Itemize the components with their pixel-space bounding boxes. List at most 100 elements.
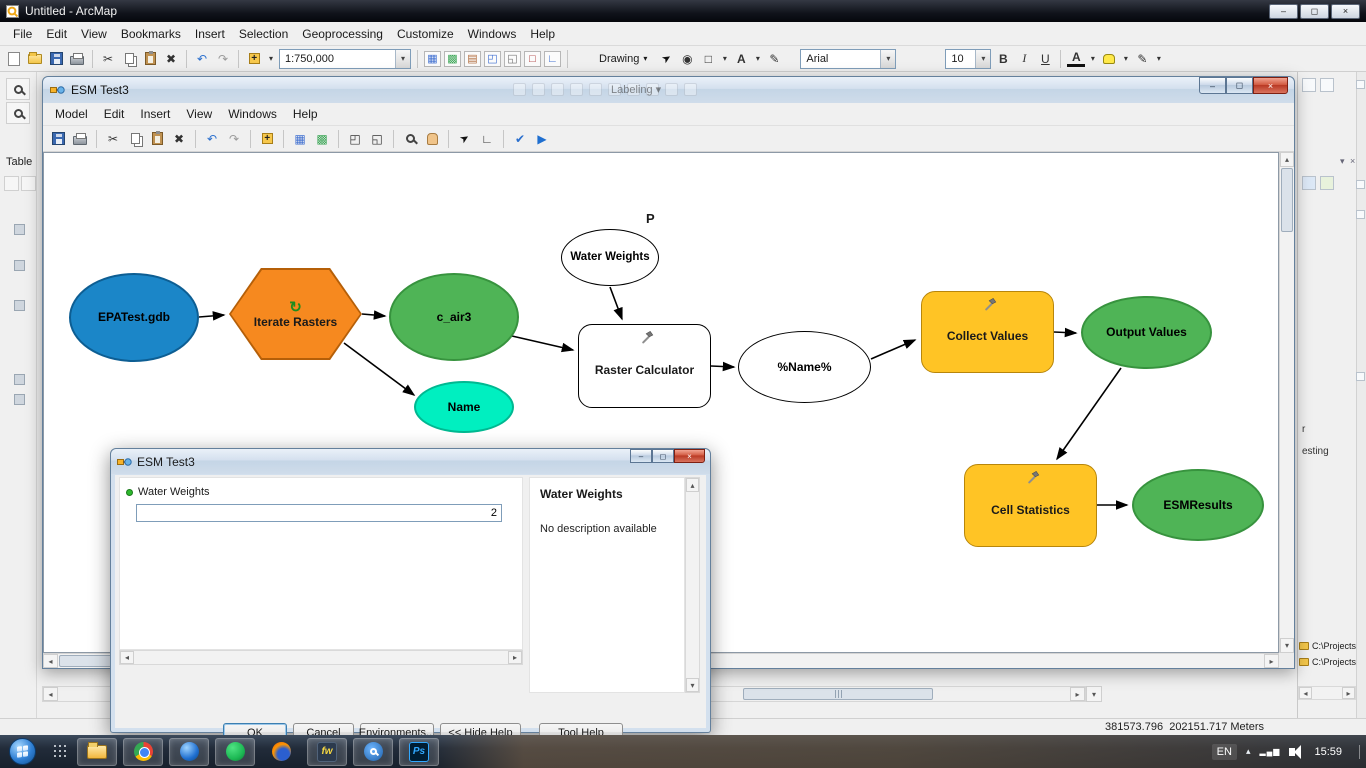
open-icon[interactable] xyxy=(26,50,44,68)
editor-tool-icon[interactable]: ▦ xyxy=(424,50,441,67)
catalog-connect-icon[interactable] xyxy=(1302,176,1316,190)
line-color-icon[interactable]: ✎ xyxy=(1133,50,1151,68)
line-color-dropdown-icon[interactable]: ▾ xyxy=(1154,50,1163,68)
menu-bookmarks[interactable]: Bookmarks xyxy=(114,23,188,45)
map-scale-combo[interactable]: 1:750,000 ▾ xyxy=(279,48,411,69)
scroll-left-icon[interactable]: ◂ xyxy=(120,651,134,664)
scroll-up-icon[interactable]: ▴ xyxy=(686,478,699,492)
auto-layout-icon[interactable]: ▦ xyxy=(291,130,309,148)
edge-icon[interactable] xyxy=(1356,80,1365,89)
taskbar-browser[interactable] xyxy=(169,737,209,766)
search-tool-icon[interactable]: ◰ xyxy=(484,50,501,67)
node-water-weights[interactable]: Water Weights xyxy=(561,229,659,286)
maximize-button[interactable]: ◻ xyxy=(652,449,674,463)
panel-pin-icon[interactable]: ▾ xyxy=(1340,156,1345,167)
add-data-icon[interactable]: + xyxy=(245,50,263,68)
toc-layer-icon[interactable] xyxy=(14,374,25,385)
scroll-down-icon[interactable]: ▾ xyxy=(1280,638,1294,653)
redo-icon[interactable]: ↷ xyxy=(225,130,243,148)
minimize-button[interactable]: – xyxy=(1269,3,1298,19)
node-epatest-gdb[interactable]: EPATest.gdb xyxy=(69,273,199,362)
scroll-left-icon[interactable]: ◂ xyxy=(1299,687,1312,699)
print-icon[interactable] xyxy=(68,50,86,68)
minimize-button[interactable]: – xyxy=(630,449,652,463)
edge-icon[interactable] xyxy=(1356,372,1365,381)
parameter-hscrollbar[interactable]: ◂ ▸ xyxy=(119,650,523,665)
toc-source-view-icon[interactable] xyxy=(21,176,36,191)
chevron-down-icon[interactable]: ▾ xyxy=(975,49,991,68)
full-extent-icon[interactable]: ◱ xyxy=(368,130,386,148)
delete-icon[interactable]: ✖ xyxy=(162,50,180,68)
connect-icon[interactable]: ∟ xyxy=(478,130,496,148)
menu-selection[interactable]: Selection xyxy=(232,23,295,45)
taskbar-fireworks[interactable]: fw xyxy=(307,737,347,766)
menu-help[interactable]: Help xyxy=(523,23,562,45)
zoom-in-icon[interactable] xyxy=(401,130,419,148)
paste-icon[interactable] xyxy=(148,130,166,148)
node-raster-calculator[interactable]: Raster Calculator xyxy=(578,324,711,408)
underline-icon[interactable]: U xyxy=(1036,50,1054,68)
edge-icon[interactable] xyxy=(1356,210,1365,219)
delete-icon[interactable]: ✖ xyxy=(170,130,188,148)
highlight-icon[interactable] xyxy=(1100,50,1118,68)
taskbar-spotify[interactable] xyxy=(215,737,255,766)
chevron-down-icon[interactable]: ▾ xyxy=(880,49,896,68)
toc-layer-icon[interactable] xyxy=(14,224,25,235)
run-model-icon[interactable]: ▶ xyxy=(533,130,551,148)
hidden-icons-chevron[interactable]: ▴ xyxy=(1246,746,1251,757)
scroll-right-icon[interactable]: ▸ xyxy=(1070,687,1085,701)
font-family-combo[interactable]: Arial ▾ xyxy=(800,48,897,69)
scroll-left-icon[interactable]: ◂ xyxy=(43,687,58,701)
menu-help[interactable]: Help xyxy=(285,104,326,124)
copy-icon[interactable] xyxy=(120,50,138,68)
text-dropdown-icon[interactable]: ▾ xyxy=(753,50,762,68)
arctoolbox-icon[interactable]: ◱ xyxy=(504,50,521,67)
zoom-out-icon[interactable] xyxy=(6,102,30,124)
map-scroll-corner[interactable]: ▾ xyxy=(1086,686,1102,702)
close-button[interactable]: × xyxy=(674,449,705,463)
bold-icon[interactable]: B xyxy=(994,50,1012,68)
scroll-right-icon[interactable]: ▸ xyxy=(508,651,522,664)
python-window-icon[interactable]: □ xyxy=(524,50,541,67)
minimize-button[interactable]: – xyxy=(1199,77,1226,94)
undo-icon[interactable]: ↶ xyxy=(203,130,221,148)
toc-layer-icon[interactable] xyxy=(14,300,25,311)
menu-file[interactable]: File xyxy=(6,23,39,45)
shape-dropdown-icon[interactable]: ▾ xyxy=(720,50,729,68)
dialog-titlebar[interactable]: ESM Test3 – ◻ × xyxy=(111,449,710,474)
app-grid-icon[interactable] xyxy=(54,745,67,758)
label-tool-icon[interactable]: ✎ xyxy=(765,50,783,68)
maximize-button[interactable]: ◻ xyxy=(1226,77,1253,94)
catalog-tree-item[interactable]: C:\Projects\SFAI Wind Strategies\F xyxy=(1299,657,1357,667)
scroll-right-icon[interactable]: ▸ xyxy=(1264,654,1279,668)
scrollbar-thumb[interactable] xyxy=(1281,168,1293,232)
catalog-hscrollbar[interactable]: ◂ ▸ xyxy=(1298,686,1356,700)
menu-edit[interactable]: Edit xyxy=(39,23,74,45)
print-icon[interactable] xyxy=(71,130,89,148)
menu-geoprocessing[interactable]: Geoprocessing xyxy=(295,23,390,45)
undo-icon[interactable]: ↶ xyxy=(193,50,211,68)
scroll-left-icon[interactable]: ◂ xyxy=(43,654,58,668)
add-data-dropdown-icon[interactable]: ▾ xyxy=(266,50,276,68)
italic-icon[interactable]: I xyxy=(1015,50,1033,68)
scroll-down-icon[interactable]: ▾ xyxy=(686,678,699,692)
font-color-dropdown-icon[interactable]: ▾ xyxy=(1088,50,1097,68)
node-output-values[interactable]: Output Values xyxy=(1081,296,1212,369)
toc-tool-icon[interactable]: ▩ xyxy=(444,50,461,67)
close-button[interactable]: × xyxy=(1331,3,1360,19)
validate-model-icon[interactable]: ✔ xyxy=(511,130,529,148)
clock[interactable]: 15:59 xyxy=(1306,746,1350,758)
cut-icon[interactable]: ✂ xyxy=(104,130,122,148)
node-name[interactable]: Name xyxy=(414,381,514,433)
menu-insert[interactable]: Insert xyxy=(188,23,232,45)
language-indicator[interactable]: EN xyxy=(1211,743,1237,760)
menu-customize[interactable]: Customize xyxy=(390,23,461,45)
taskbar-search-app[interactable] xyxy=(353,737,393,766)
highlight-dropdown-icon[interactable]: ▾ xyxy=(1121,50,1130,68)
catalog-tool-icon[interactable]: ▤ xyxy=(464,50,481,67)
paste-icon[interactable] xyxy=(141,50,159,68)
catalog-refresh-icon[interactable] xyxy=(1320,176,1334,190)
panel-close-icon[interactable]: × xyxy=(1350,156,1355,166)
node-c-air3[interactable]: c_air3 xyxy=(389,273,519,361)
new-document-icon[interactable] xyxy=(5,50,23,68)
